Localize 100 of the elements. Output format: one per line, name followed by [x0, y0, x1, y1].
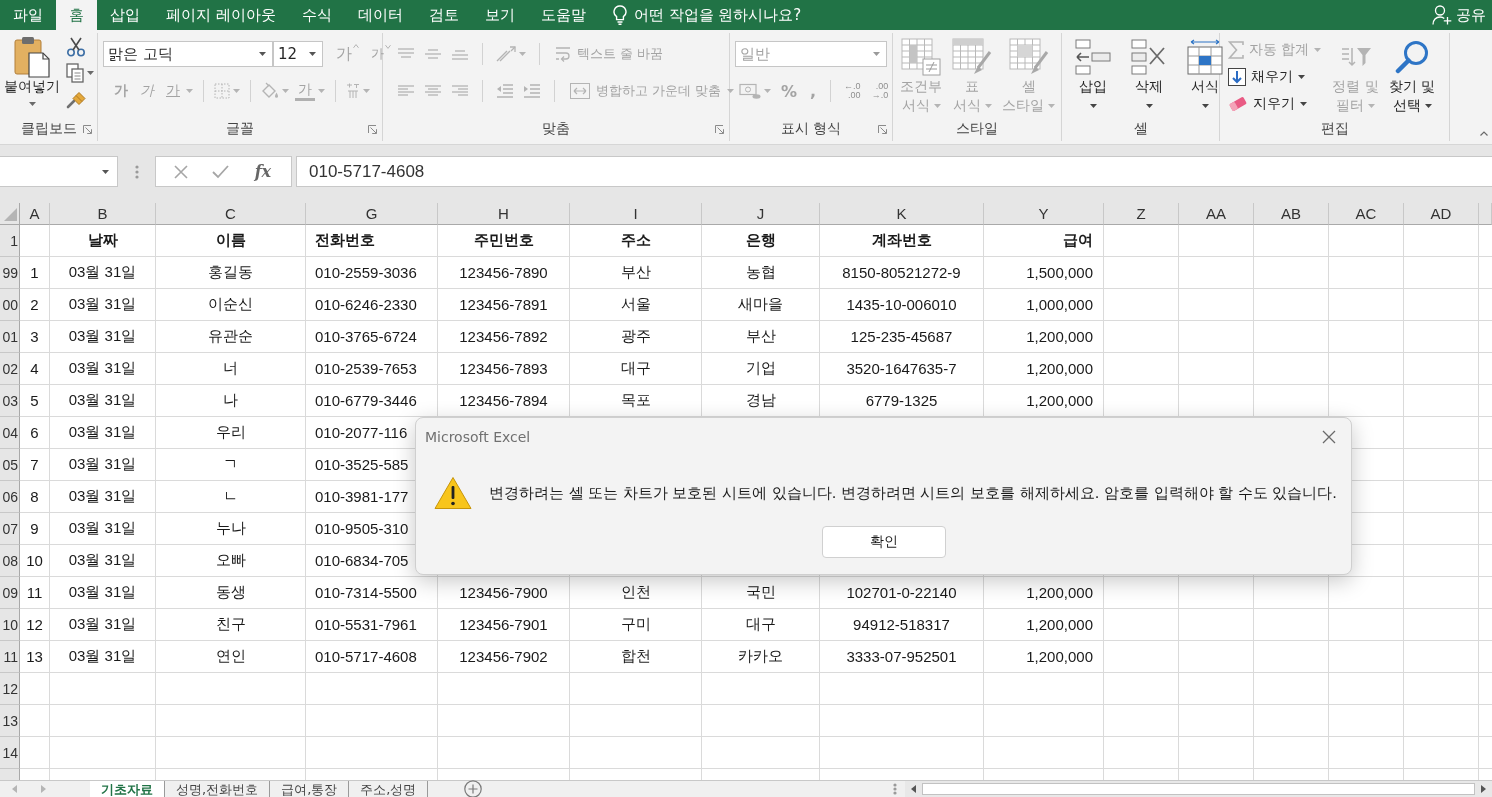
column-header[interactable]: AB [1254, 203, 1329, 225]
scroll-left-icon[interactable] [911, 785, 916, 793]
column-header[interactable]: AD [1404, 203, 1479, 225]
close-icon[interactable] [1322, 430, 1336, 444]
person-plus-icon [1432, 5, 1452, 25]
row-header[interactable]: 14 [0, 737, 20, 769]
dialog-message: 변경하려는 셀 또는 차트가 보호된 시트에 있습니다. 변경하려면 시트의 보호를 해제하세요. 암호를 입력해야 할 수도 있습니다. [489, 483, 1337, 503]
row-header[interactable]: 08 [0, 545, 20, 577]
caret-icon [1089, 103, 1097, 108]
table-cell: 카카오 [702, 641, 820, 673]
horizontal-scrollbar[interactable] [905, 781, 1492, 797]
ribbon-tab[interactable]: 검토 [415, 0, 472, 30]
formula-input[interactable]: 010-5717-4608 [296, 156, 1492, 187]
column-header[interactable]: J [702, 203, 820, 225]
scissors-icon[interactable] [66, 37, 86, 57]
paste-button[interactable]: 붙여넣기 [4, 33, 60, 117]
sheet-tab[interactable]: 급여,통장 [270, 781, 350, 797]
select-all-button[interactable] [0, 203, 20, 225]
find-select-button[interactable]: 찾기 및 선택 [1385, 33, 1439, 115]
ribbon-tab[interactable]: 홈 [56, 0, 97, 30]
row-header[interactable]: 11 [0, 641, 20, 673]
merge-arrows-icon [570, 83, 590, 99]
caret-icon [259, 52, 266, 56]
table-cell: 03월 31일 [50, 481, 156, 513]
table-cell: 03월 31일 [50, 577, 156, 609]
table-cell: 123456-7900 [438, 577, 570, 609]
caret-up-icon[interactable] [1480, 131, 1488, 136]
table-cell: 1435-10-006010 [820, 289, 984, 321]
table-cell: 친구 [156, 609, 306, 641]
ok-button[interactable]: 확인 [821, 526, 946, 558]
table-cell: 1 [20, 257, 50, 289]
ribbon-tab[interactable]: 도움말 [527, 0, 599, 30]
insert-button[interactable]: 삽입 [1072, 33, 1114, 115]
delete-button[interactable]: 삭제 [1128, 33, 1170, 115]
table-cell: 3333-07-952501 [820, 641, 984, 673]
wrap-arrow-icon [555, 46, 571, 62]
copy-icon[interactable] [66, 63, 84, 83]
sheet-tab[interactable]: 성명,전화번호 [165, 781, 271, 797]
row-header[interactable]: 02 [0, 353, 20, 385]
row-header[interactable]: 05 [0, 449, 20, 481]
table-cell: 1,000,000 [984, 289, 1104, 321]
row-header[interactable]: 10 [0, 609, 20, 641]
tell-me-box[interactable]: 어떤 작업을 원하시나요? [606, 0, 808, 30]
column-header[interactable]: B [50, 203, 156, 225]
name-box[interactable] [0, 156, 118, 187]
warning-icon [434, 476, 472, 510]
column-header[interactable]: K [820, 203, 984, 225]
paintbrush-icon[interactable] [66, 89, 86, 109]
caret-icon [727, 89, 735, 93]
format-button[interactable]: 서식 [1184, 33, 1226, 115]
ribbon-tab[interactable]: 데이터 [344, 0, 416, 30]
caret-icon [282, 89, 289, 93]
fill-button[interactable]: 채우기 [1226, 66, 1324, 88]
table-cell: 11 [20, 577, 50, 609]
column-header[interactable]: Z [1104, 203, 1179, 225]
row-header[interactable]: 01 [0, 321, 20, 353]
column-header[interactable]: C [156, 203, 306, 225]
sheet-tab[interactable]: 주소,성명 [349, 781, 429, 797]
table-cell: 인천 [570, 577, 702, 609]
add-sheet-icon[interactable] [464, 780, 483, 797]
ribbon-tab[interactable]: 수식 [288, 0, 345, 30]
column-header[interactable]: AA [1179, 203, 1254, 225]
ribbon-tab[interactable]: 페이지 레이아웃 [153, 0, 289, 30]
column-header[interactable]: I [570, 203, 702, 225]
launcher-icon[interactable] [83, 124, 92, 134]
row-header[interactable]: 04 [0, 417, 20, 449]
row-header[interactable]: 99 [0, 257, 20, 289]
column-header[interactable]: A [20, 203, 50, 225]
table-cell: 9 [20, 513, 50, 545]
insert-function-button[interactable]: fx [252, 162, 274, 181]
column-header[interactable]: AC [1329, 203, 1404, 225]
ribbon-tab[interactable]: 보기 [471, 0, 528, 30]
row-header[interactable]: 06 [0, 481, 20, 513]
table-cell: ㄱ [156, 449, 306, 481]
table-cell: 123456-7901 [438, 609, 570, 641]
table-cell: 1,200,000 [984, 609, 1104, 641]
cancel-icon[interactable] [173, 164, 188, 179]
sheet-tab[interactable]: 기초자료 [90, 781, 165, 797]
row-header[interactable]: 00 [0, 289, 20, 321]
column-header[interactable]: H [438, 203, 570, 225]
row-header[interactable]: 03 [0, 385, 20, 417]
check-icon[interactable] [211, 164, 229, 179]
row-header[interactable]: 12 [0, 673, 20, 705]
ribbon-tab[interactable]: 삽입 [97, 0, 153, 30]
ribbon-tab[interactable]: 파일 [0, 0, 56, 30]
row-header[interactable]: 1 [0, 225, 20, 257]
share-button[interactable]: 공유 [1426, 0, 1492, 30]
row-header[interactable]: 07 [0, 513, 20, 545]
scroll-right-icon[interactable] [1481, 785, 1486, 793]
table-cell: 010-6779-3446 [306, 385, 438, 417]
table-cell: 3520-1647635-7 [820, 353, 984, 385]
table-cell: 123456-7902 [438, 641, 570, 673]
clear-button[interactable]: 지우기 [1226, 93, 1324, 115]
caret-icon[interactable] [87, 71, 94, 75]
column-header[interactable]: G [306, 203, 438, 225]
column-header[interactable] [1479, 203, 1492, 225]
column-header[interactable]: Y [984, 203, 1104, 225]
row-header[interactable]: 09 [0, 577, 20, 609]
row-header[interactable]: 13 [0, 705, 20, 737]
scroll-thumb[interactable] [922, 783, 1475, 795]
